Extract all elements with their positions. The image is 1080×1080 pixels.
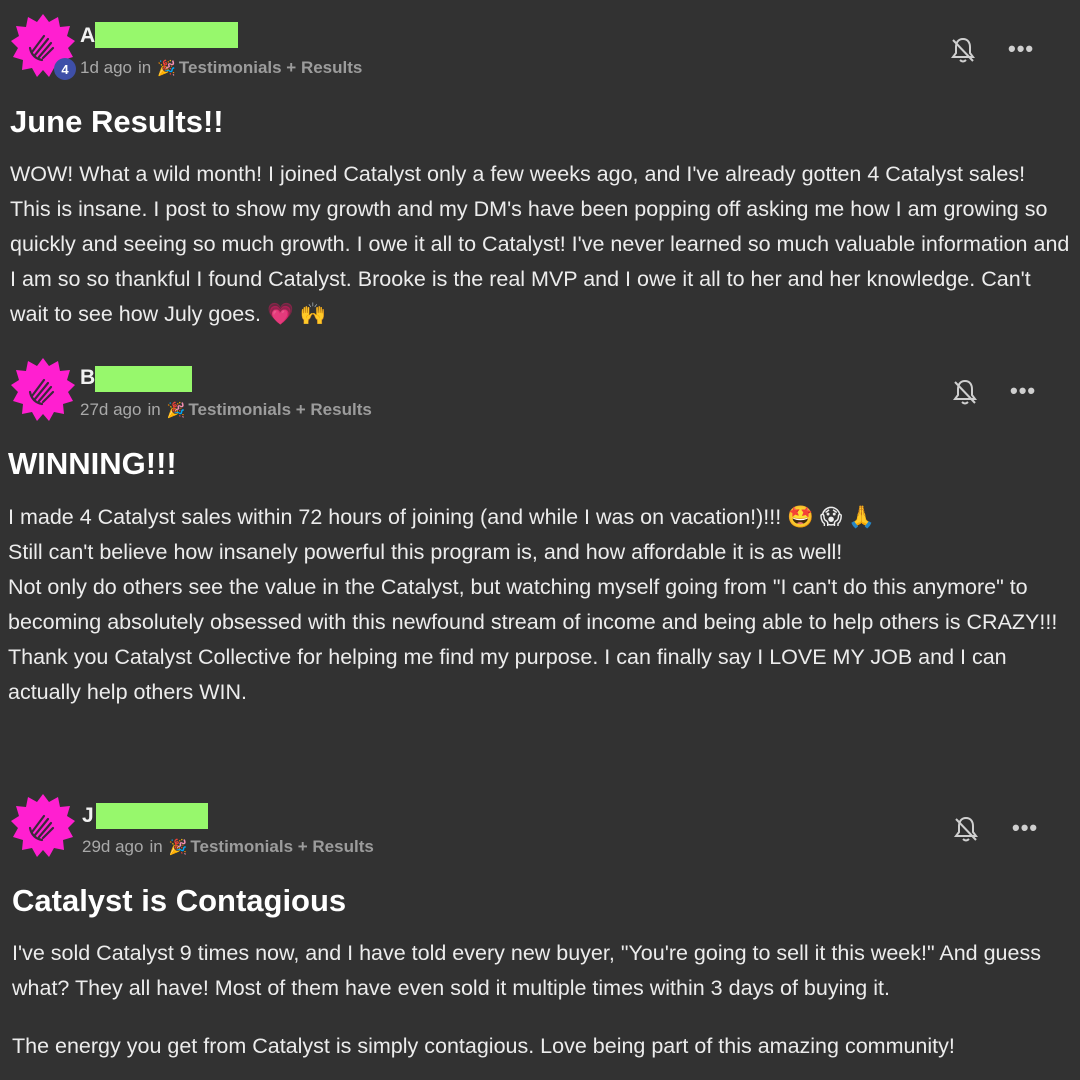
group-link[interactable]: Testimonials + Results: [190, 837, 373, 857]
notification-off-icon[interactable]: [950, 36, 976, 64]
post-title[interactable]: Catalyst is Contagious: [12, 883, 346, 919]
author-avatar[interactable]: [10, 792, 76, 858]
post-paragraph: Thank you Catalyst Collective for helpin…: [8, 645, 1007, 704]
in-label: in: [147, 400, 161, 419]
post-paragraph: I've sold Catalyst 9 times now, and I ha…: [12, 941, 1041, 1000]
post-paragraph: I made 4 Catalyst sales within 72 hours …: [8, 505, 876, 529]
group-link[interactable]: Testimonials + Results: [188, 400, 371, 420]
author-name[interactable]: A: [80, 24, 95, 48]
post-paragraph: Not only do others see the value in the …: [8, 575, 1058, 634]
party-popper-icon: 🎉: [157, 60, 176, 77]
post-body: WOW! What a wild month! I joined Catalys…: [10, 157, 1070, 332]
notification-off-icon[interactable]: [953, 815, 979, 843]
post-time: 27d ago: [80, 400, 142, 419]
post-paragraph: Still can't believe how insanely powerfu…: [8, 540, 843, 564]
more-options-icon[interactable]: •••: [1012, 815, 1038, 841]
notification-off-icon[interactable]: [952, 378, 978, 406]
author-name[interactable]: B: [80, 366, 95, 390]
name-redaction: [95, 366, 192, 392]
more-options-icon[interactable]: •••: [1008, 36, 1034, 62]
name-redaction: [95, 22, 238, 48]
party-popper-icon: 🎉: [166, 402, 186, 419]
post-body: I've sold Catalyst 9 times now, and I ha…: [12, 936, 1070, 1064]
party-popper-icon: 🎉: [168, 839, 188, 856]
group-link[interactable]: Testimonials + Results: [179, 58, 362, 78]
post-paragraph: WOW! What a wild month! I joined Catalys…: [10, 162, 1070, 326]
in-label: in: [149, 837, 163, 856]
more-options-icon[interactable]: •••: [1010, 378, 1036, 404]
post-time: 1d ago: [80, 58, 132, 77]
post-meta: 1d ago in 🎉 Testimonials + Results: [80, 58, 362, 78]
level-badge: 4: [54, 58, 76, 80]
post-body: I made 4 Catalyst sales within 72 hours …: [8, 500, 1070, 710]
post-title[interactable]: June Results!!: [10, 104, 224, 140]
post-meta: 27d ago in 🎉 Testimonials + Results: [80, 400, 372, 420]
post-meta: 29d ago in 🎉 Testimonials + Results: [82, 837, 374, 857]
in-label: in: [138, 58, 152, 77]
post-time: 29d ago: [82, 837, 144, 856]
author-name[interactable]: J: [82, 804, 94, 828]
name-redaction: [96, 803, 208, 829]
author-avatar[interactable]: [10, 356, 76, 422]
post-paragraph: The energy you get from Catalyst is simp…: [12, 1034, 955, 1058]
post-title[interactable]: WINNING!!!: [8, 446, 177, 482]
